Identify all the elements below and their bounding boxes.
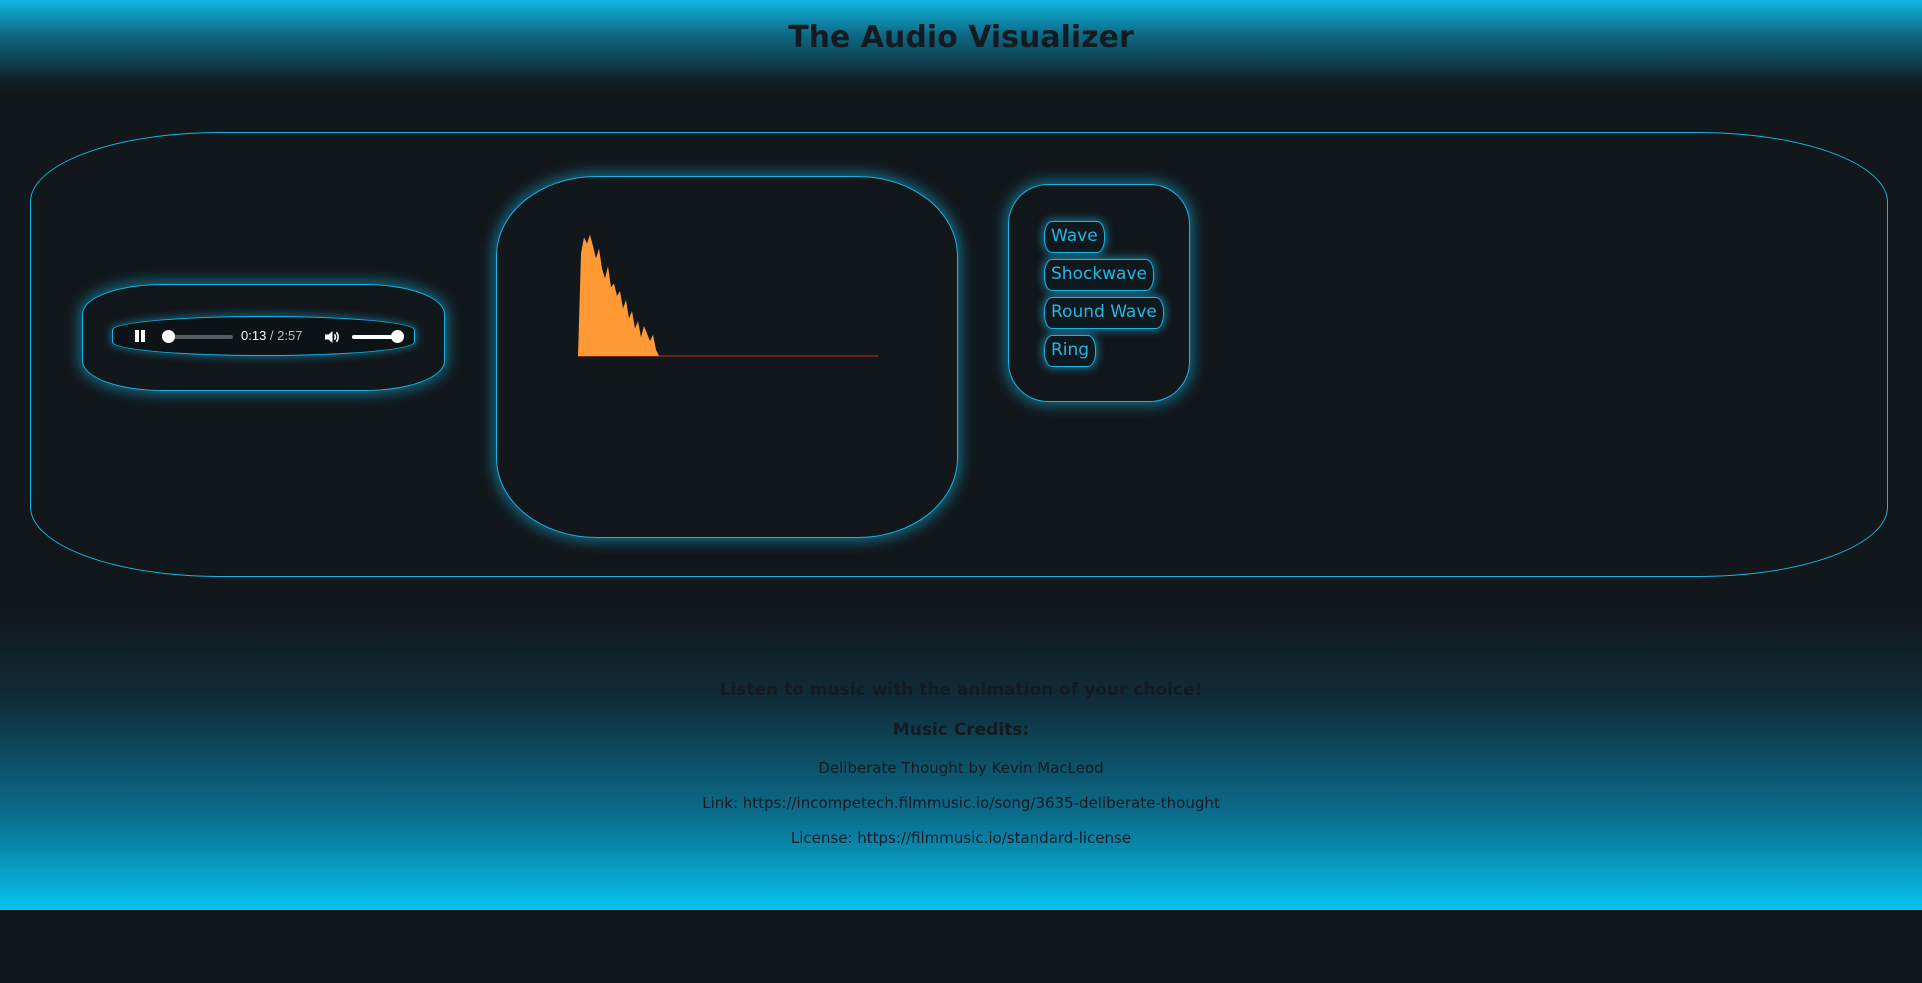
header: The Audio Visualizer	[0, 0, 1922, 98]
volume-icon[interactable]	[323, 328, 341, 346]
credit-song: Deliberate Thought by Kevin MacLeod	[818, 759, 1104, 777]
volume-knob[interactable]	[391, 330, 404, 343]
footer: Listen to music with the animation of yo…	[0, 608, 1922, 910]
pause-icon-bar-right	[141, 330, 145, 342]
current-time: 0:13	[241, 328, 267, 343]
audio-player[interactable]: 0:13 / 2:57	[112, 316, 415, 356]
progress-knob[interactable]	[161, 330, 175, 343]
visualizer-canvas	[578, 234, 878, 357]
credit-link: Link: https://incompetech.filmmusic.io/s…	[702, 794, 1220, 812]
volume-slider[interactable]	[352, 330, 404, 343]
page: The Audio Visualizer 0:13 / 2:57 Wave Sh…	[0, 0, 1922, 983]
mode-button-ring[interactable]: Ring	[1044, 335, 1097, 367]
credits-heading: Music Credits:	[892, 720, 1030, 740]
visualizer-spectrum	[578, 234, 671, 356]
mode-selector	[1008, 184, 1190, 402]
time-separator: /	[266, 328, 278, 343]
pause-icon-bar-left	[135, 330, 139, 342]
time-display: 0:13 / 2:57	[241, 328, 302, 343]
page-title: The Audio Visualizer	[788, 20, 1134, 55]
progress-slider[interactable]	[161, 330, 233, 343]
pause-button[interactable]	[133, 329, 147, 343]
credit-license: License: https://filmmusic.io/standard-l…	[790, 829, 1132, 847]
duration: 2:57	[277, 328, 303, 343]
footer-tagline: Listen to music with the animation of yo…	[719, 680, 1203, 700]
mode-button-wave[interactable]: Wave	[1044, 221, 1105, 253]
mode-button-shockwave[interactable]: Shockwave	[1044, 259, 1154, 291]
mode-button-round-wave[interactable]: Round Wave	[1044, 297, 1164, 329]
